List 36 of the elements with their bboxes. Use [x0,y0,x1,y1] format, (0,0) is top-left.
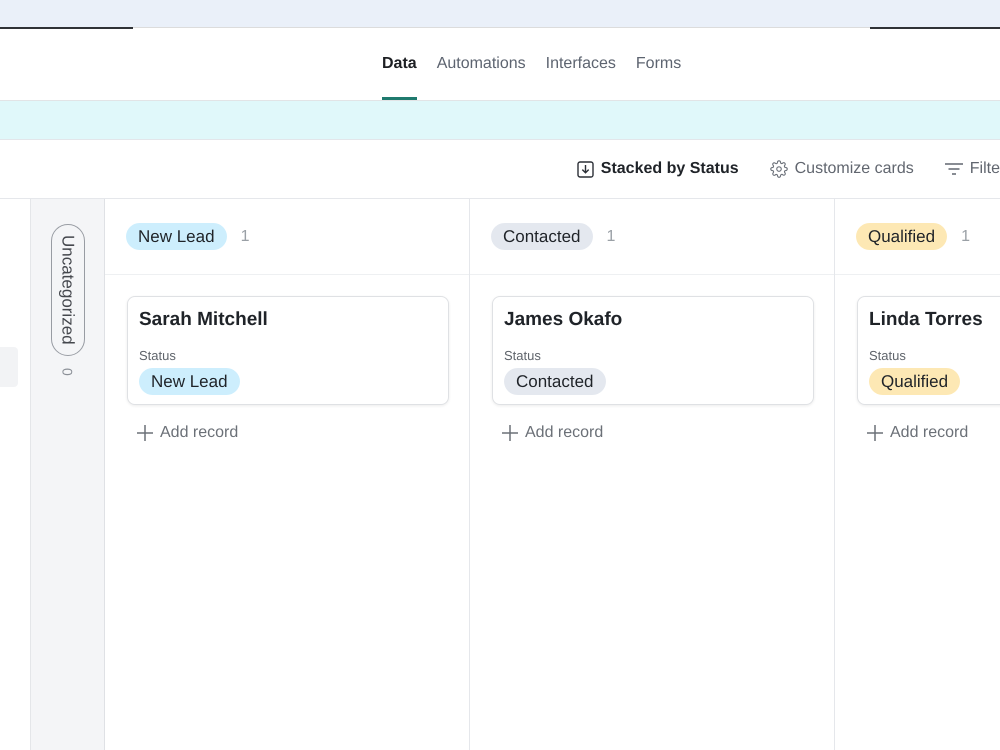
status-tag: Contacted [504,368,606,395]
toolbar-button[interactable]: Stacked by Status [576,160,739,178]
field-label: Status [139,348,176,364]
status-tag: New Lead [139,368,240,395]
tab[interactable]: Interfaces [546,29,616,100]
status-tag: New Lead [126,223,227,250]
download-box-icon [576,160,594,178]
status-tag: Qualified [869,368,960,395]
address-bar[interactable] [0,0,1000,27]
record-card[interactable]: Linda Torres Status Qualified [857,296,1000,405]
collapsed-group-button[interactable]: Uncategorized [50,224,84,356]
toolbar-button[interactable]: Customize cards [770,160,914,178]
tab[interactable]: Automations [436,29,526,100]
add-record-button[interactable]: Add record [502,424,604,442]
status-tag: Contacted [491,223,592,250]
record-count: 1 [240,228,250,246]
record-count: 1 [606,228,616,246]
record-card[interactable]: Sarah Mitchell Status New Lead [127,296,449,405]
record-count: 1 [961,228,970,246]
card-title: Sarah Mitchell [139,308,268,332]
record-count: 0 [60,368,76,376]
toolbar-button[interactable]: Filte [944,160,1000,178]
plus-icon [137,425,153,441]
filter-icon [944,163,963,175]
add-record-button[interactable]: Add record [137,424,238,442]
plus-icon [502,425,518,441]
tab[interactable]: Forms [636,29,682,100]
settings-icon [770,160,788,178]
add-record-button[interactable]: Add record [867,424,968,442]
record-card[interactable]: James Okafo Status Contacted [492,296,814,405]
field-label: Status [869,348,906,364]
card-title: James Okafo [504,308,622,332]
plus-icon [867,425,883,441]
card-title: Linda Torres [869,308,983,332]
field-label: Status [504,348,541,364]
status-tag: Qualified [856,223,948,250]
